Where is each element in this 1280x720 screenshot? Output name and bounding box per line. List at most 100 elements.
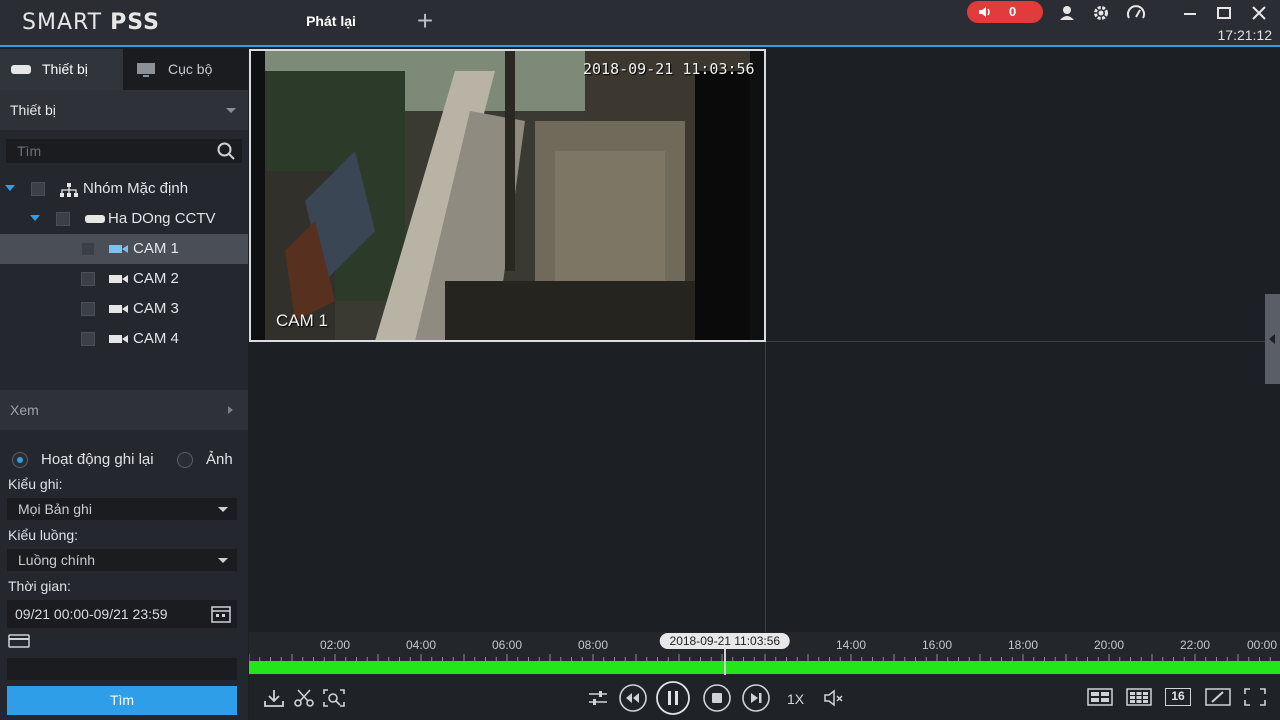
stream-type-select[interactable]: Luồng chính bbox=[7, 549, 237, 571]
view-section-label: Xem bbox=[10, 402, 39, 418]
video-window-1[interactable]: 2018-09-21 11:03:56 CAM 1 bbox=[249, 49, 766, 342]
layout-9-icon[interactable] bbox=[1126, 688, 1152, 706]
camera-checkbox[interactable] bbox=[81, 302, 95, 316]
device-search[interactable]: Tìm bbox=[6, 139, 242, 163]
timeline-hour-label: 22:00 bbox=[1179, 638, 1211, 652]
fullscreen-icon[interactable] bbox=[1243, 687, 1267, 707]
radio-activity[interactable] bbox=[12, 452, 28, 468]
time-label: Thời gian: bbox=[8, 578, 71, 594]
timeline-hour-label: 06:00 bbox=[491, 638, 523, 652]
camera-feed-image bbox=[265, 51, 750, 340]
rewind-icon[interactable] bbox=[618, 683, 648, 713]
chevron-right-icon bbox=[228, 406, 233, 414]
playback-timeline[interactable]: 2018-09-21 11:03:56 02:00 04:00 06:00 08:00… bbox=[249, 632, 1280, 675]
tab-devices[interactable]: Thiết bị bbox=[0, 49, 123, 90]
record-type-select[interactable]: Mọi Bản ghi bbox=[7, 498, 237, 520]
timeline-cursor[interactable] bbox=[723, 646, 726, 675]
stop-icon[interactable] bbox=[702, 683, 732, 713]
pause-icon[interactable] bbox=[655, 680, 691, 716]
sync-settings-icon[interactable] bbox=[587, 689, 609, 707]
record-mode-group: Hoạt động ghi lại Ảnh bbox=[10, 450, 250, 470]
tree-camera-row[interactable]: CAM 3 bbox=[0, 294, 248, 324]
radio-image[interactable] bbox=[177, 452, 193, 468]
device-checkbox[interactable] bbox=[56, 212, 70, 226]
stream-type-label: Kiểu luồng: bbox=[8, 527, 79, 543]
expand-arrow-icon[interactable] bbox=[5, 185, 15, 191]
tree-device-row[interactable]: Ha DOng CCTV bbox=[0, 204, 248, 234]
side-panel-toggle[interactable] bbox=[1265, 294, 1280, 384]
chevron-down-icon bbox=[226, 108, 236, 113]
maximize-icon[interactable] bbox=[1214, 3, 1234, 23]
timeline-hour-label: 14:00 bbox=[835, 638, 867, 652]
timeline-hour-label: 16:00 bbox=[921, 638, 953, 652]
user-icon[interactable] bbox=[1057, 3, 1077, 23]
tab-playback[interactable]: Phát lại bbox=[285, 0, 377, 45]
camera-icon bbox=[109, 305, 128, 313]
radio-image-label: Ảnh bbox=[206, 451, 233, 468]
timeline-hour-label: 02:00 bbox=[319, 638, 351, 652]
view-section-header[interactable]: Xem bbox=[0, 390, 248, 430]
camera-checkbox[interactable] bbox=[81, 332, 95, 346]
mute-icon[interactable] bbox=[823, 688, 845, 708]
dvr-icon bbox=[85, 215, 105, 223]
tree-camera-row[interactable]: CAM 4 bbox=[0, 324, 248, 354]
card-icon bbox=[8, 634, 30, 648]
playback-speed[interactable]: 1X bbox=[787, 691, 804, 707]
search-button[interactable]: Tìm bbox=[7, 686, 237, 715]
alarm-badge[interactable]: 0 bbox=[967, 1, 1043, 23]
camera-checkbox[interactable] bbox=[81, 272, 95, 286]
left-panel: Thiết bị Cục bộ Thiết bị Tìm Nhóm Mặc đị… bbox=[0, 49, 248, 720]
download-icon[interactable] bbox=[263, 688, 285, 708]
gear-icon[interactable] bbox=[1091, 3, 1111, 23]
scissors-icon[interactable] bbox=[293, 688, 315, 708]
speedometer-icon[interactable] bbox=[1126, 3, 1146, 23]
tree-device-label: Ha DOng CCTV bbox=[108, 210, 216, 227]
time-range-field[interactable]: 09/21 00:00-09/21 23:59 bbox=[7, 600, 237, 628]
left-tabs: Thiết bị Cục bộ bbox=[0, 49, 248, 90]
timeline-hour-label: 18:00 bbox=[1007, 638, 1039, 652]
tree-camera-row[interactable]: CAM 2 bbox=[0, 264, 248, 294]
app-logo: SMART PSS bbox=[22, 10, 160, 35]
card-number-input[interactable] bbox=[7, 658, 237, 680]
camera-label: CAM 1 bbox=[133, 240, 179, 257]
tree-group-label: Nhóm Mặc định bbox=[83, 180, 189, 197]
tree-group-row[interactable]: Nhóm Mặc định bbox=[0, 174, 248, 204]
time-range-value: 09/21 00:00-09/21 23:59 bbox=[15, 606, 168, 622]
add-tab-button[interactable]: + bbox=[410, 6, 440, 36]
calendar-icon[interactable] bbox=[211, 605, 231, 623]
camera-icon bbox=[109, 245, 128, 253]
camera-icon bbox=[109, 275, 128, 283]
device-icon bbox=[11, 65, 31, 74]
device-dropdown[interactable]: Thiết bị bbox=[0, 90, 248, 130]
next-frame-icon[interactable] bbox=[741, 683, 771, 713]
tree-camera-row[interactable]: CAM 1 bbox=[0, 234, 248, 264]
playback-controls: 1X 16 bbox=[249, 675, 1280, 720]
close-icon[interactable] bbox=[1249, 3, 1269, 23]
camera-label: CAM 4 bbox=[133, 330, 179, 347]
custom-layout-icon[interactable] bbox=[1205, 688, 1231, 706]
device-dropdown-label: Thiết bị bbox=[10, 102, 56, 118]
timeline-cursor-label: 2018-09-21 11:03:56 bbox=[659, 633, 791, 649]
expand-arrow-icon[interactable] bbox=[30, 215, 40, 221]
group-checkbox[interactable] bbox=[31, 182, 45, 196]
camera-checkbox[interactable] bbox=[81, 242, 95, 256]
record-type-label: Kiểu ghi: bbox=[8, 476, 63, 492]
tab-local[interactable]: Cục bộ bbox=[123, 49, 248, 90]
timeline-hour-label: 08:00 bbox=[577, 638, 609, 652]
search-icon[interactable] bbox=[216, 141, 236, 161]
zoom-region-icon[interactable] bbox=[322, 688, 346, 708]
recording-bar[interactable] bbox=[249, 661, 1280, 674]
minimize-icon[interactable] bbox=[1180, 3, 1200, 23]
layout-16-button[interactable]: 16 bbox=[1165, 688, 1191, 706]
logo-text-bold: PSS bbox=[110, 10, 160, 35]
timeline-hour-label: 20:00 bbox=[1093, 638, 1125, 652]
layout-4-icon[interactable] bbox=[1087, 688, 1113, 706]
logo-text-light: SMART bbox=[22, 10, 111, 35]
stream-type-value: Luồng chính bbox=[18, 552, 96, 568]
search-placeholder: Tìm bbox=[17, 143, 42, 159]
camera-icon bbox=[109, 335, 128, 343]
chevron-down-icon bbox=[218, 558, 228, 563]
tab-local-label: Cục bộ bbox=[168, 61, 213, 77]
smart-pss-window: SMART PSS Phát lại + 0 17:21:12 Thiết bị… bbox=[0, 0, 1280, 720]
tab-devices-label: Thiết bị bbox=[42, 61, 88, 77]
